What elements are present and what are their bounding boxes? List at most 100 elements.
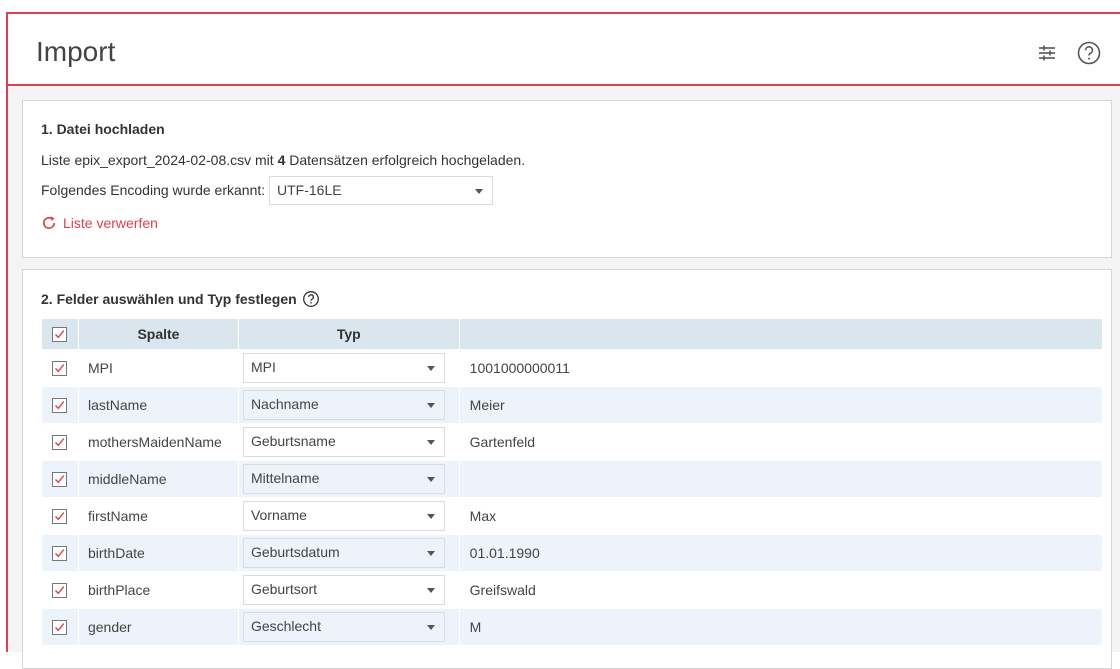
chevron-down-icon xyxy=(426,403,435,408)
type-value: Geburtsname xyxy=(250,433,336,449)
chevron-down-icon xyxy=(426,366,435,371)
type-select[interactable]: Geburtsort xyxy=(242,575,445,605)
fields-section-title-text: 2. Felder auswählen und Typ festlegen xyxy=(41,291,297,307)
help-icon[interactable] xyxy=(1076,40,1102,66)
type-select[interactable]: MPI xyxy=(242,353,445,383)
type-value: MPI xyxy=(250,359,276,375)
table-row: gender Geschlecht M xyxy=(41,608,1104,646)
type-cell: Nachname xyxy=(237,386,460,424)
upload-status-prefix: Liste epix_export_2024-02-08.csv mit xyxy=(41,152,278,168)
select-all-header xyxy=(41,318,79,350)
column-name: lastName xyxy=(77,386,239,424)
type-cell: Mittelname xyxy=(237,460,460,498)
type-value: Geburtsdatum xyxy=(250,544,340,560)
row-checkbox[interactable] xyxy=(52,434,68,450)
row-checkbox[interactable] xyxy=(52,397,68,413)
row-checkbox-cell xyxy=(41,386,79,424)
table-row: firstName Vorname Max xyxy=(41,497,1104,535)
type-cell: Vorname xyxy=(237,497,460,535)
type-value: Nachname xyxy=(250,396,319,412)
type-value: Mittelname xyxy=(250,470,320,486)
table-row: MPI MPI 1001000000011 xyxy=(41,349,1104,387)
column-name: firstName xyxy=(77,497,239,535)
row-checkbox-cell xyxy=(41,497,79,535)
row-checkbox-cell xyxy=(41,571,79,609)
fields-section-title: 2. Felder auswählen und Typ festlegen xyxy=(41,290,320,308)
column-name: birthDate xyxy=(77,534,239,572)
import-window: Import 1. Datei hochladen Liste epix_exp… xyxy=(6,12,1120,669)
type-cell: Geburtsname xyxy=(237,423,460,461)
type-select[interactable]: Geburtsdatum xyxy=(242,538,445,568)
column-header: Spalte xyxy=(77,318,239,350)
upload-status-suffix: Datensätzen erfolgreich hochgeladen. xyxy=(285,152,526,168)
table-row: middleName Mittelname xyxy=(41,460,1104,498)
row-checkbox-cell xyxy=(41,608,79,646)
type-cell: MPI xyxy=(237,349,460,387)
type-select[interactable]: Nachname xyxy=(242,390,445,420)
type-select[interactable]: Geburtsname xyxy=(242,427,445,457)
help-icon[interactable] xyxy=(302,290,320,308)
encoding-select[interactable]: UTF-16LE xyxy=(269,176,493,205)
encoding-label: Folgendes Encoding wurde erkannt: xyxy=(41,182,266,198)
row-checkbox[interactable] xyxy=(52,360,68,376)
column-name: middleName xyxy=(77,460,239,498)
type-cell: Geschlecht xyxy=(237,608,460,646)
type-cell: Geburtsort xyxy=(237,571,460,609)
preview-value: Greifswald xyxy=(458,571,1104,609)
chevron-down-icon xyxy=(475,189,483,194)
content-area: 1. Datei hochladen Liste epix_export_202… xyxy=(8,86,1120,669)
row-checkbox[interactable] xyxy=(52,471,68,487)
preview-value: Max xyxy=(458,497,1104,535)
chevron-down-icon xyxy=(426,588,435,593)
row-checkbox-cell xyxy=(41,534,79,572)
sliders-icon[interactable] xyxy=(1034,40,1060,66)
preview-header xyxy=(458,318,1104,350)
row-checkbox-cell xyxy=(41,349,79,387)
chevron-down-icon xyxy=(426,440,435,445)
upload-section-title: 1. Datei hochladen xyxy=(41,121,165,137)
type-select[interactable]: Geschlecht xyxy=(242,612,445,642)
row-checkbox[interactable] xyxy=(52,545,68,561)
table-header-row: Spalte Typ xyxy=(41,318,1104,350)
column-name: gender xyxy=(77,608,239,646)
column-name: mothersMaidenName xyxy=(77,423,239,461)
type-value: Geschlecht xyxy=(250,618,321,634)
encoding-value: UTF-16LE xyxy=(277,182,342,198)
preview-value: 01.01.1990 xyxy=(458,534,1104,572)
upload-panel: 1. Datei hochladen Liste epix_export_202… xyxy=(22,100,1112,258)
preview-value: 1001000000011 xyxy=(458,349,1104,387)
type-cell: Geburtsdatum xyxy=(237,534,460,572)
chevron-down-icon xyxy=(426,625,435,630)
refresh-icon xyxy=(42,216,56,229)
column-name: birthPlace xyxy=(77,571,239,609)
table-row: birthDate Geburtsdatum 01.01.1990 xyxy=(41,534,1104,572)
row-checkbox[interactable] xyxy=(52,508,68,524)
chevron-down-icon xyxy=(426,514,435,519)
chevron-down-icon xyxy=(426,477,435,482)
fields-panel: 2. Felder auswählen und Typ festlegen Sp… xyxy=(22,269,1112,669)
row-checkbox-cell xyxy=(41,460,79,498)
discard-list-label: Liste verwerfen xyxy=(63,215,158,231)
preview-value: Meier xyxy=(458,386,1104,424)
column-name: MPI xyxy=(77,349,239,387)
discard-list-link[interactable]: Liste verwerfen xyxy=(41,215,158,231)
table-row: lastName Nachname Meier xyxy=(41,386,1104,424)
type-value: Geburtsort xyxy=(250,581,318,597)
type-select[interactable]: Mittelname xyxy=(242,464,445,494)
fields-table: Spalte Typ MPI MPI 1001000000011 lastNam… xyxy=(41,318,1104,646)
select-all-checkbox[interactable] xyxy=(52,326,68,342)
page-header: Import xyxy=(8,14,1120,86)
preview-value: Gartenfeld xyxy=(458,423,1104,461)
type-value: Vorname xyxy=(250,507,307,523)
row-checkbox[interactable] xyxy=(52,619,68,635)
chevron-down-icon xyxy=(426,551,435,556)
type-select[interactable]: Vorname xyxy=(242,501,445,531)
table-row: birthPlace Geburtsort Greifswald xyxy=(41,571,1104,609)
page-title: Import xyxy=(36,36,116,67)
upload-status: Liste epix_export_2024-02-08.csv mit 4 D… xyxy=(41,152,525,168)
row-checkbox[interactable] xyxy=(52,582,68,598)
row-checkbox-cell xyxy=(41,423,79,461)
preview-value xyxy=(458,460,1104,498)
type-header: Typ xyxy=(237,318,460,350)
preview-value: M xyxy=(458,608,1104,646)
